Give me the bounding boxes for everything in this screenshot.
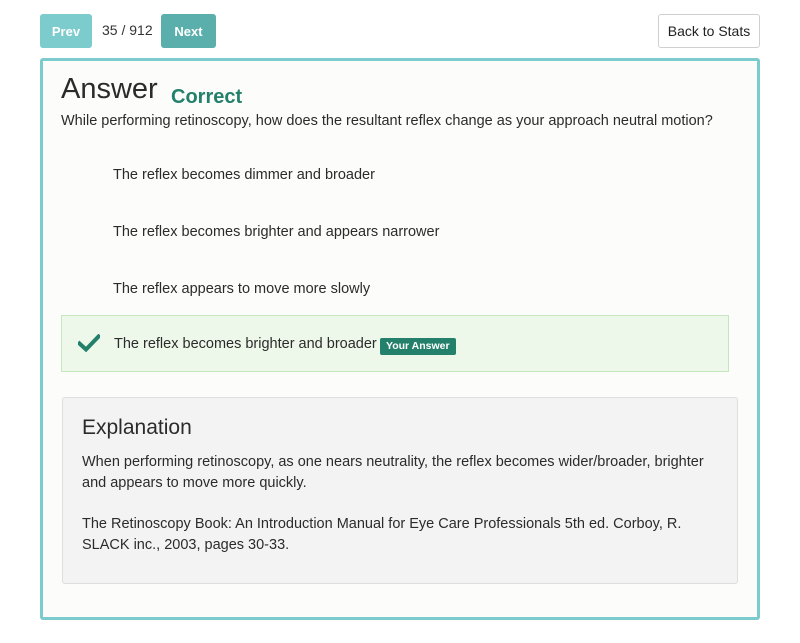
explanation-text: When performing retinoscopy, as one near… xyxy=(82,454,704,491)
selected-choice-label: The reflex becomes brighter and broader xyxy=(114,336,377,352)
back-to-stats-button[interactable]: Back to Stats xyxy=(658,14,760,48)
result-status: Correct xyxy=(171,86,243,108)
explanation-title: Explanation xyxy=(82,416,192,439)
selected-correct-choice: The reflex becomes brighter and broader … xyxy=(61,315,729,372)
prev-button[interactable]: Prev xyxy=(40,14,92,48)
question-navigation: Prev 35 / 912 Next Back to Stats xyxy=(40,14,760,48)
answer-card: Answer Correct While performing retinosc… xyxy=(40,58,760,620)
question-counter: 35 / 912 xyxy=(102,22,153,38)
next-button[interactable]: Next xyxy=(161,14,216,48)
answer-choice: The reflex appears to move more slowly xyxy=(113,281,371,297)
your-answer-badge: Your Answer xyxy=(380,338,456,355)
checkmark-icon xyxy=(76,333,102,353)
question-text: While performing retinoscopy, how does t… xyxy=(61,113,713,129)
answer-choice: The reflex becomes dimmer and broader xyxy=(113,167,375,183)
answer-heading: Answer xyxy=(61,73,158,105)
answer-choice: The reflex becomes brighter and appears … xyxy=(113,224,440,240)
explanation-panel: Explanation When performing retinoscopy,… xyxy=(62,397,738,584)
explanation-reference: The Retinoscopy Book: An Introduction Ma… xyxy=(82,516,682,553)
